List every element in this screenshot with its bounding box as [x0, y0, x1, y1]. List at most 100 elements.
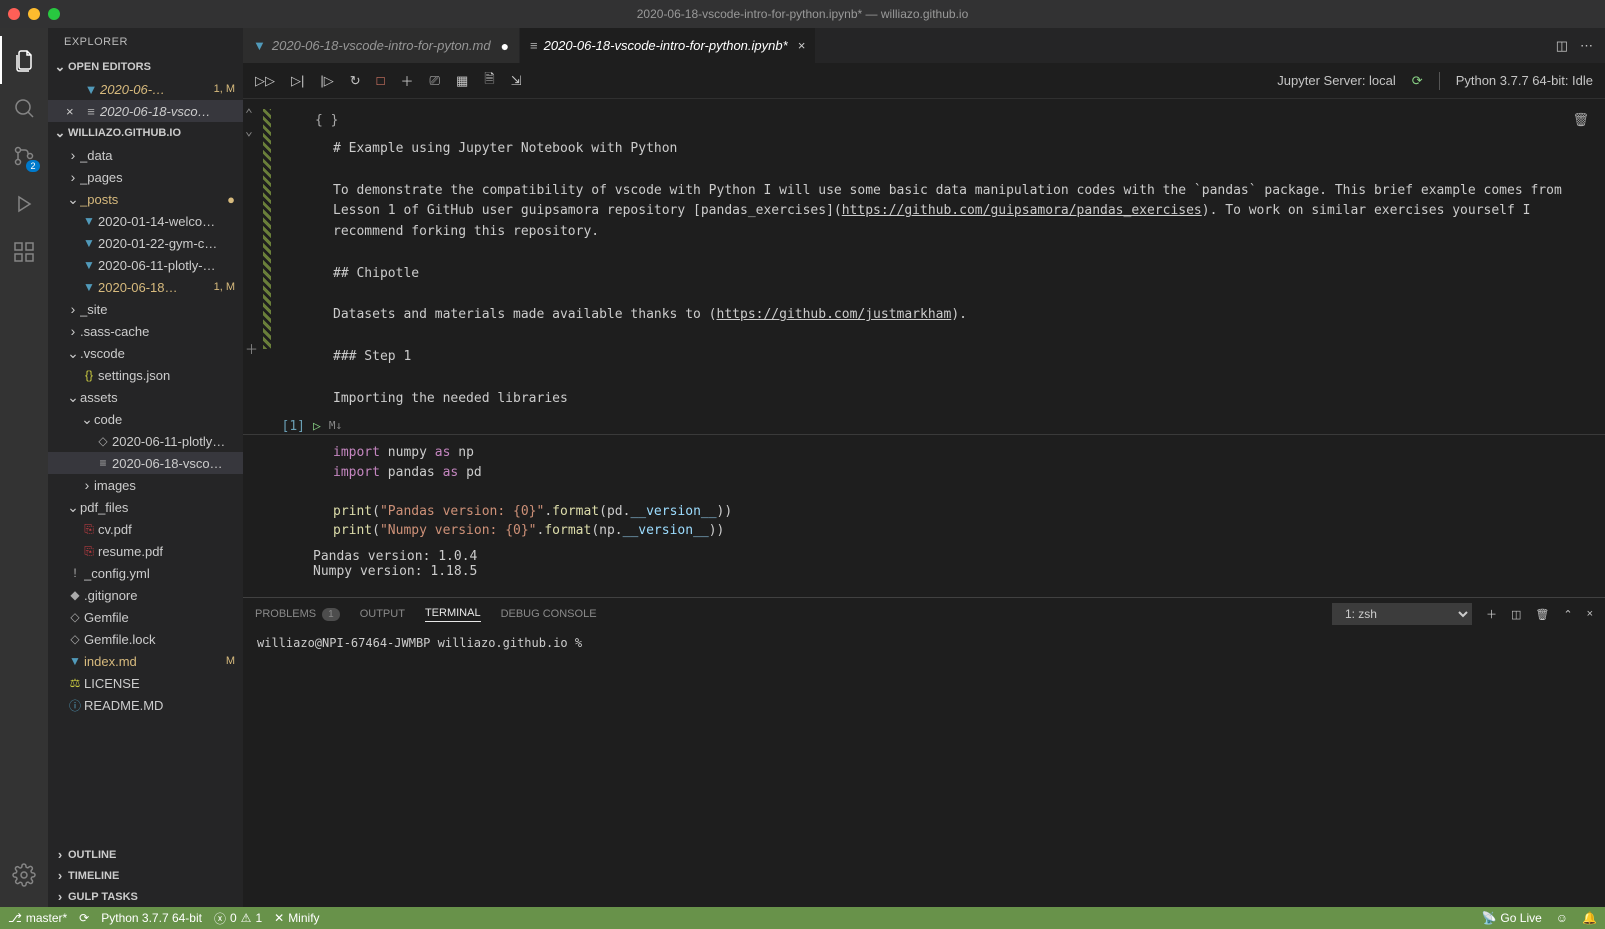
minimize-window-button[interactable] [28, 8, 40, 20]
tab-terminal[interactable]: TERMINAL [425, 607, 481, 622]
extensions-icon[interactable] [0, 228, 48, 276]
markdown-toggle-icon[interactable]: M↓ [329, 419, 342, 432]
link-pandas-exercises[interactable]: https://github.com/guipsamora/pandas_exe… [842, 203, 1202, 218]
feedback-icon[interactable]: ☺ [1556, 911, 1568, 925]
file-post[interactable]: ▼2020-06-18…1, M [48, 276, 243, 298]
go-live-status[interactable]: 📡 Go Live [1481, 911, 1541, 925]
folder-vscode[interactable]: ⌄.vscode [48, 342, 243, 364]
file-post[interactable]: ▼2020-01-22-gym-c… [48, 232, 243, 254]
code-cell[interactable]: import numpy as np import pandas as pd p… [243, 435, 1605, 549]
file-post[interactable]: ▼2020-06-11-plotly-… [48, 254, 243, 276]
clear-output-icon[interactable]: ⎚ [430, 73, 440, 89]
markdown-icon: ▼ [80, 258, 98, 272]
run-above-icon[interactable]: ▷| [291, 73, 304, 89]
close-window-button[interactable] [8, 8, 20, 20]
file-resume[interactable]: ⎘resume.pdf [48, 540, 243, 562]
file-cv[interactable]: ⎘cv.pdf [48, 518, 243, 540]
workspace-header[interactable]: ⌄ WILLIAZO.GITHUB.IO [48, 122, 243, 144]
outline-header[interactable]: ›OUTLINE [48, 844, 243, 865]
file-settings[interactable]: {}settings.json [48, 364, 243, 386]
folder-code[interactable]: ⌄code [48, 408, 243, 430]
split-terminal-icon[interactable]: ◫ [1511, 608, 1521, 621]
bottom-panel: PROBLEMS1 OUTPUT TERMINAL DEBUG CONSOLE … [243, 597, 1605, 907]
cell-output: Pandas version: 1.0.4 Numpy version: 1.1… [243, 549, 1605, 591]
close-icon[interactable]: × [798, 38, 806, 53]
file-license[interactable]: ⚖LICENSE [48, 672, 243, 694]
terminal-selector[interactable]: 1: zsh [1332, 603, 1472, 625]
run-all-icon[interactable]: ▷▷ [255, 73, 275, 89]
status-bar: ⎇ master* ⟳ Python 3.7.7 64-bit ⓧ 0 ⚠ 1 … [0, 907, 1605, 929]
tab-output[interactable]: OUTPUT [360, 608, 405, 620]
folder-posts[interactable]: ⌄_posts● [48, 188, 243, 210]
file-code[interactable]: ≡2020-06-18-vsco… [48, 452, 243, 474]
file-gemlock[interactable]: ◇Gemfile.lock [48, 628, 243, 650]
file-config[interactable]: !_config.yml [48, 562, 243, 584]
file-readme[interactable]: ⓘREADME.MD [48, 694, 243, 716]
variables-icon[interactable]: ▦ [456, 73, 468, 89]
folder-data[interactable]: ›_data [48, 144, 243, 166]
jupyter-server-label[interactable]: Jupyter Server: local [1277, 73, 1396, 88]
git-branch-status[interactable]: ⎇ master* [8, 911, 67, 925]
kernel-label[interactable]: Python 3.7.7 64-bit: Idle [1456, 73, 1593, 88]
open-editor-item[interactable]: ▼ 2020-06-… 1, M [48, 78, 243, 100]
file-gitignore[interactable]: ◆.gitignore [48, 584, 243, 606]
split-editor-icon[interactable]: ◫ [1556, 38, 1568, 54]
explorer-icon[interactable] [0, 36, 48, 84]
folder-images[interactable]: ›images [48, 474, 243, 496]
python-env-status[interactable]: Python 3.7.7 64-bit [101, 911, 202, 925]
run-below-icon[interactable]: |▷ [320, 73, 333, 89]
kill-terminal-icon[interactable]: 🗑 [1535, 608, 1549, 621]
save-icon[interactable]: 🗎 [484, 70, 494, 92]
file-gemfile[interactable]: ◇Gemfile [48, 606, 243, 628]
settings-gear-icon[interactable] [0, 851, 48, 899]
sync-status[interactable]: ⟳ [79, 911, 89, 925]
close-icon[interactable]: × [66, 104, 82, 119]
restart-icon[interactable]: ↻ [350, 73, 361, 89]
terminal-prompt: williazo@NPI-67464-JWMBP williazo.github… [257, 636, 582, 650]
move-up-icon[interactable]: ⌃ [245, 107, 253, 122]
markdown-cell[interactable]: # Example using Jupyter Notebook with Py… [243, 99, 1605, 419]
add-cell-icon[interactable]: ＋ [401, 71, 414, 90]
new-terminal-icon[interactable]: ＋ [1486, 606, 1497, 622]
source-control-icon[interactable]: 2 [0, 132, 48, 180]
open-editors-header[interactable]: ⌄ OPEN EDITORS [48, 56, 243, 78]
folder-assets[interactable]: ⌄assets [48, 386, 243, 408]
notebook-body[interactable]: ⌃ ⌄ ＋ { } 🗑 # Example using Jupyter Note… [243, 99, 1605, 597]
link-justmarkham[interactable]: https://github.com/justmarkham [717, 307, 952, 322]
timeline-header[interactable]: ›TIMELINE [48, 865, 243, 886]
folder-pdf[interactable]: ⌄pdf_files [48, 496, 243, 518]
more-actions-icon[interactable]: ⋯ [1580, 38, 1593, 54]
tab-debug-console[interactable]: DEBUG CONSOLE [501, 608, 597, 620]
search-icon[interactable] [0, 84, 48, 132]
add-cell-icon[interactable]: ＋ [245, 339, 258, 358]
file-code[interactable]: ◇2020-06-11-plotly… [48, 430, 243, 452]
info-icon: ⓘ [66, 697, 84, 714]
run-debug-icon[interactable] [0, 180, 48, 228]
export-icon[interactable]: ⇲ [511, 73, 522, 89]
pdf-icon: ⎘ [80, 544, 98, 559]
file-post[interactable]: ▼2020-01-14-welco… [48, 210, 243, 232]
minify-status[interactable]: ✕ Minify [274, 911, 319, 925]
move-down-icon[interactable]: ⌄ [245, 124, 253, 139]
folder-sass[interactable]: ›.sass-cache [48, 320, 243, 342]
delete-cell-icon[interactable]: 🗑 [1572, 113, 1589, 128]
editor-tabs: ▼ 2020-06-18-vscode-intro-for-pyton.md ●… [243, 28, 1605, 63]
terminal[interactable]: williazo@NPI-67464-JWMBP williazo.github… [243, 630, 1605, 907]
maximize-window-button[interactable] [48, 8, 60, 20]
tab-label: 2020-06-18-vscode-intro-for-python.ipynb… [544, 38, 788, 53]
run-cell-icon[interactable]: ▷ [313, 419, 321, 434]
tab-problems[interactable]: PROBLEMS1 [255, 608, 340, 621]
folder-pages[interactable]: ›_pages [48, 166, 243, 188]
interrupt-icon[interactable]: □ [377, 73, 385, 88]
editor-tab[interactable]: ≡ 2020-06-18-vscode-intro-for-python.ipy… [520, 28, 816, 63]
git-icon: ◆ [66, 588, 84, 602]
open-editor-item[interactable]: × ≡ 2020-06-18-vsco… [48, 100, 243, 122]
editor-tab[interactable]: ▼ 2020-06-18-vscode-intro-for-pyton.md ● [243, 28, 520, 63]
close-panel-icon[interactable]: × [1587, 608, 1593, 620]
maximize-panel-icon[interactable]: ⌃ [1563, 608, 1572, 621]
gulp-header[interactable]: ›GULP TASKS [48, 886, 243, 907]
problems-status[interactable]: ⓧ 0 ⚠ 1 [214, 910, 262, 927]
folder-site[interactable]: ›_site [48, 298, 243, 320]
file-index[interactable]: ▼index.mdM [48, 650, 243, 672]
notifications-icon[interactable]: 🔔 [1582, 911, 1597, 925]
